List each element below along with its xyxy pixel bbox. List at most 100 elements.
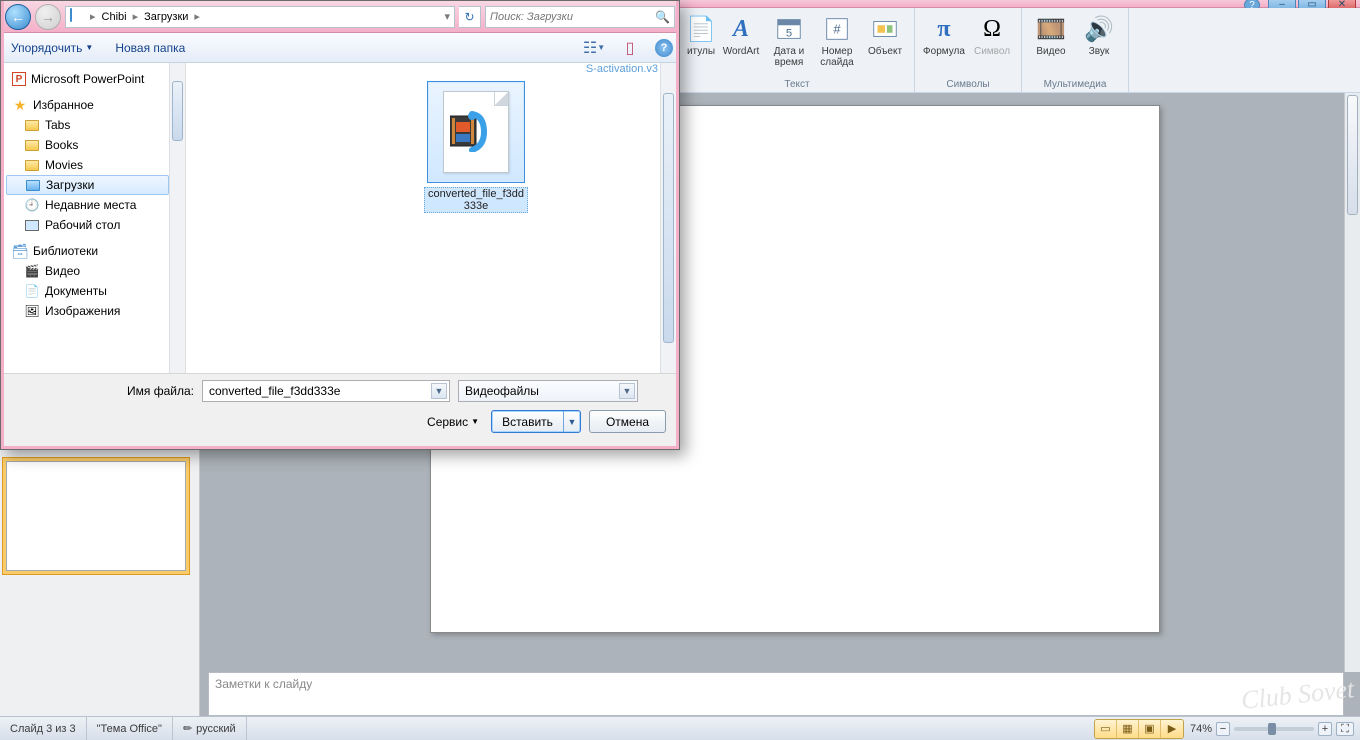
zoom-slider[interactable]: [1234, 727, 1314, 731]
nav-item-downloads[interactable]: Загрузки: [6, 175, 169, 195]
pi-icon: π: [928, 13, 960, 45]
nav-item-pictures[interactable]: 🖼Изображения: [4, 301, 185, 321]
video-lib-icon: 🎬: [24, 263, 40, 279]
zoom-out-button[interactable]: −: [1216, 722, 1230, 736]
insert-button[interactable]: Вставить ▼: [491, 410, 581, 433]
reading-view-button[interactable]: ▣: [1139, 720, 1161, 738]
nav-item-movies[interactable]: Movies: [4, 155, 185, 175]
media-file-icon: [450, 110, 492, 152]
status-theme: "Тема Office": [87, 717, 173, 740]
ribbon-group-symbols: π Формула Ω Символ Символы: [915, 8, 1022, 92]
fit-window-button[interactable]: ⛶: [1336, 722, 1354, 736]
scroll-thumb[interactable]: [1347, 95, 1358, 215]
object-button[interactable]: Объект: [862, 10, 908, 71]
status-bar: Слайд 3 из 3 "Тема Office" ✏русский ▭ ▦ …: [0, 716, 1360, 740]
ribbon-group-media: 🎞️ Видео 🔊 Звук Мультимедиа: [1022, 8, 1129, 92]
nav-powerpoint[interactable]: PMicrosoft PowerPoint: [4, 69, 185, 89]
wordart-icon: A: [725, 13, 757, 45]
cancel-button[interactable]: Отмена: [589, 410, 666, 433]
folder-icon: [70, 9, 86, 25]
video-button[interactable]: 🎞️ Видео: [1028, 10, 1074, 60]
desktop-icon: [24, 217, 40, 233]
libraries-icon: 🗃: [12, 243, 28, 259]
organize-button[interactable]: Упорядочить▼: [7, 39, 97, 57]
files-scrollbar[interactable]: [660, 63, 676, 373]
dialog-body: PMicrosoft PowerPoint ★Избранное Tabs Bo…: [4, 63, 676, 373]
search-icon: 🔍: [655, 10, 670, 24]
scroll-thumb[interactable]: [172, 81, 183, 141]
breadcrumb[interactable]: ▸ Chibi ▸ Загрузки ▸ ▾: [65, 6, 455, 28]
nav-scrollbar[interactable]: [169, 63, 185, 373]
group-label-symbols: Символы: [921, 78, 1015, 92]
new-folder-button[interactable]: Новая папка: [111, 39, 189, 57]
view-mode-button[interactable]: ☷ ▼: [583, 39, 605, 57]
breadcrumb-folder[interactable]: Загрузки: [140, 7, 192, 27]
nav-pane[interactable]: PMicrosoft PowerPoint ★Избранное Tabs Bo…: [4, 63, 186, 373]
header-footer-icon: 📄: [685, 13, 717, 45]
nav-item-desktop[interactable]: Рабочий стол: [4, 215, 185, 235]
file-open-dialog: ← → ▸ Chibi ▸ Загрузки ▸ ▾ ↻ 🔍 Упорядочи…: [0, 0, 680, 450]
wordart-button[interactable]: A WordArt: [718, 10, 764, 71]
object-icon: [869, 13, 901, 45]
scroll-thumb[interactable]: [663, 93, 674, 343]
chevron-down-icon[interactable]: ▼: [431, 383, 447, 399]
file-item-selected[interactable]: converted_file_f3dd333e: [424, 81, 528, 213]
recent-icon: 🕘: [24, 197, 40, 213]
audio-icon: 🔊: [1083, 13, 1115, 45]
folder-icon: [24, 157, 40, 173]
nav-favorites[interactable]: ★Избранное: [4, 95, 185, 115]
slidenumber-icon: #: [821, 13, 853, 45]
svg-text:5: 5: [786, 28, 792, 40]
slide-thumb-selected[interactable]: [6, 461, 186, 571]
slideshow-view-button[interactable]: ▶: [1161, 720, 1183, 738]
nav-item-documents[interactable]: 📄Документы: [4, 281, 185, 301]
nav-libraries[interactable]: 🗃Библиотеки: [4, 241, 185, 261]
downloads-icon: [25, 177, 41, 193]
notes-placeholder: Заметки к слайду: [215, 677, 312, 691]
chevron-down-icon[interactable]: ▼: [564, 417, 580, 427]
vertical-scrollbar[interactable]: [1344, 93, 1360, 672]
zoom-in-button[interactable]: +: [1318, 722, 1332, 736]
nav-back-button[interactable]: ←: [5, 4, 31, 30]
file-thumbnail: [427, 81, 525, 183]
breadcrumb-user[interactable]: Chibi: [98, 7, 131, 27]
symbol-button[interactable]: Ω Символ: [969, 10, 1015, 60]
status-slide: Слайд 3 из 3: [0, 717, 87, 740]
nav-item-tabs[interactable]: Tabs: [4, 115, 185, 135]
folder-icon: [24, 137, 40, 153]
notes-pane[interactable]: Заметки к слайду: [208, 672, 1344, 716]
file-partial-name[interactable]: S-activation.v3: [586, 63, 658, 75]
search-input[interactable]: [490, 11, 655, 23]
filename-value: converted_file_f3dd333e: [209, 384, 340, 398]
nav-item-recent[interactable]: 🕘Недавние места: [4, 195, 185, 215]
normal-view-button[interactable]: ▭: [1095, 720, 1117, 738]
dialog-header: ← → ▸ Chibi ▸ Загрузки ▸ ▾ ↻ 🔍: [1, 1, 679, 33]
sorter-view-button[interactable]: ▦: [1117, 720, 1139, 738]
chevron-down-icon[interactable]: ▼: [619, 383, 635, 399]
nav-forward-button[interactable]: →: [35, 4, 61, 30]
zoom-level[interactable]: 74%: [1190, 723, 1212, 735]
search-box[interactable]: 🔍: [485, 6, 675, 28]
breadcrumb-dropdown[interactable]: ▾: [442, 10, 452, 23]
header-footer-button[interactable]: 📄 итулы: [686, 10, 716, 71]
datetime-icon: 5: [773, 13, 805, 45]
file-list[interactable]: S-activation.v3 converted_file_f3dd333e: [186, 63, 676, 373]
refresh-button[interactable]: ↻: [459, 6, 481, 28]
zoom-knob[interactable]: [1268, 723, 1276, 735]
filetype-combo[interactable]: Видеофайлы ▼: [458, 380, 638, 402]
zoom-controls: 74% − + ⛶: [1184, 722, 1360, 736]
status-lang[interactable]: ✏русский: [173, 717, 247, 740]
filename-combo[interactable]: converted_file_f3dd333e ▼: [202, 380, 450, 402]
audio-button[interactable]: 🔊 Звук: [1076, 10, 1122, 60]
nav-item-books[interactable]: Books: [4, 135, 185, 155]
dialog-help-icon[interactable]: ?: [655, 39, 673, 57]
nav-item-videos[interactable]: 🎬Видео: [4, 261, 185, 281]
folder-icon: [24, 117, 40, 133]
dialog-footer: Имя файла: converted_file_f3dd333e ▼ Вид…: [4, 373, 676, 446]
slidenumber-button[interactable]: # Номер слайда: [814, 10, 860, 71]
preview-pane-button[interactable]: ▯: [619, 39, 641, 57]
view-buttons: ▭ ▦ ▣ ▶: [1094, 719, 1184, 739]
datetime-button[interactable]: 5 Дата и время: [766, 10, 812, 71]
tools-button[interactable]: Сервис▼: [427, 415, 479, 429]
equation-button[interactable]: π Формула: [921, 10, 967, 60]
